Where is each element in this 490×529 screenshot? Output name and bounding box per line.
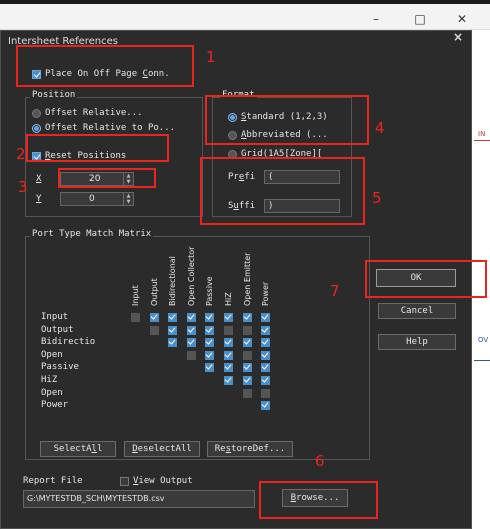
matrix-cell-checkbox[interactable] <box>242 338 252 348</box>
matrix-column-header: Passive <box>205 276 215 306</box>
deselect-all-button[interactable]: DeselectAll <box>124 441 200 457</box>
matrix-row-label: Bidirectio <box>41 337 96 348</box>
y-label: Y <box>36 194 42 204</box>
matrix-row-label: Input <box>41 312 69 322</box>
matrix-cell-checkbox[interactable] <box>261 401 271 411</box>
matrix-row-label: Open <box>41 349 63 360</box>
annotation-number-7: 7 <box>330 282 340 300</box>
maximize-button[interactable]: □ <box>400 8 440 30</box>
matrix-cell-checkbox[interactable] <box>224 313 233 322</box>
matrix-column-header: Open Emitter <box>242 252 252 306</box>
annotation-number-4: 4 <box>375 119 385 137</box>
matrix-cell-checkbox[interactable] <box>168 338 178 348</box>
matrix-cell-checkbox[interactable] <box>224 325 233 335</box>
select-all-button[interactable]: SelectAll <box>40 441 116 457</box>
matrix-cell-checkbox[interactable] <box>261 313 271 322</box>
y-spinbox[interactable]: 0 ▲ ▼ <box>60 192 134 206</box>
offset-relative-to-po-radio[interactable] <box>32 124 41 133</box>
matrix-column-header: Output <box>149 278 159 306</box>
matrix-group-title: Port Type Match Matrix <box>30 229 154 239</box>
matrix-cell-checkbox[interactable] <box>261 338 271 348</box>
matrix-column-header: Open Collector <box>186 246 196 306</box>
matrix-cell-checkbox[interactable] <box>261 325 271 335</box>
annotation-number-6: 6 <box>315 452 325 470</box>
spin-arrows-icon[interactable]: ▲ ▼ <box>123 193 133 205</box>
matrix-cell-checkbox[interactable] <box>224 363 233 373</box>
matrix-cell-checkbox[interactable] <box>186 338 196 348</box>
matrix-row-label: Open <box>41 387 63 398</box>
dialog-close-icon[interactable]: × <box>453 30 463 44</box>
matrix-cell-checkbox[interactable] <box>242 376 252 385</box>
annotation-number-5: 5 <box>372 189 382 207</box>
matrix-cell-checkbox[interactable] <box>261 350 271 360</box>
matrix-cell-checkbox[interactable] <box>242 313 252 322</box>
matrix-column-header: Bidirectional <box>168 256 178 306</box>
x-label: X <box>36 174 42 184</box>
annotation-box-5 <box>200 157 365 225</box>
help-button[interactable]: Help <box>378 334 456 350</box>
cancel-button[interactable]: Cancel <box>378 303 456 319</box>
window-close-button[interactable]: ✕ <box>442 8 482 30</box>
matrix-row-label: HiZ <box>41 375 58 385</box>
view-output-label: View Output <box>133 476 193 486</box>
matrix-cell-checkbox[interactable] <box>149 313 159 322</box>
matrix-cell-checkbox[interactable] <box>149 325 159 335</box>
matrix-cell-checkbox[interactable] <box>131 313 140 322</box>
matrix-cell-checkbox[interactable] <box>242 388 252 398</box>
matrix-cell-checkbox[interactable] <box>205 350 215 360</box>
matrix-cell-checkbox[interactable] <box>186 313 196 322</box>
background-link-underline <box>474 140 490 141</box>
matrix-row-label: Power <box>41 400 69 411</box>
matrix-cell-checkbox[interactable] <box>242 363 252 373</box>
offset-relative-radio[interactable] <box>32 109 41 118</box>
matrix-cell-checkbox[interactable] <box>224 338 233 348</box>
minimize-button[interactable]: – <box>356 8 396 30</box>
matrix-cell-checkbox[interactable] <box>261 376 271 385</box>
window-titlebar: – □ ✕ <box>0 4 490 30</box>
background-link[interactable]: IN <box>478 130 485 138</box>
matrix-cell-checkbox[interactable] <box>168 325 178 335</box>
annotation-box-7 <box>365 260 487 298</box>
matrix-row-label: Passive <box>41 362 79 373</box>
background-link-underline <box>474 360 490 361</box>
background-link[interactable]: OV <box>478 336 488 344</box>
annotation-number-1: 1 <box>206 48 216 66</box>
matrix-column-header: HiZ <box>224 292 233 306</box>
report-file-path-input[interactable]: G:\MYTESTDB_SCH\MYTESTDB.csv <box>23 490 255 508</box>
matrix-cell-checkbox[interactable] <box>168 313 178 322</box>
matrix-row-label: Output <box>41 324 74 335</box>
offset-relative-label: Offset Relative... <box>45 108 143 118</box>
matrix-column-header: Power <box>261 281 271 306</box>
matrix-cell-checkbox[interactable] <box>186 350 196 360</box>
annotation-box-4 <box>205 95 369 145</box>
matrix-cell-checkbox[interactable] <box>205 338 215 348</box>
matrix-cell-checkbox[interactable] <box>224 376 233 385</box>
annotation-box-1 <box>16 45 194 87</box>
annotation-box-2 <box>26 134 169 162</box>
matrix-cell-checkbox[interactable] <box>205 363 215 373</box>
matrix-cell-checkbox[interactable] <box>205 325 215 335</box>
position-group-title: Position <box>30 90 78 100</box>
matrix-cell-checkbox[interactable] <box>242 350 252 360</box>
matrix-cell-checkbox[interactable] <box>186 325 196 335</box>
port-type-matrix-group <box>25 236 370 460</box>
report-file-label: Report File <box>23 476 83 486</box>
annotation-box-6 <box>259 481 378 519</box>
matrix-column-header: Input <box>131 285 140 306</box>
annotation-box-3 <box>58 168 156 188</box>
matrix-cell-checkbox[interactable] <box>205 313 215 322</box>
annotation-number-2: 2 <box>16 145 26 163</box>
offset-relative-to-po-label: Offset Relative to Po... <box>45 123 176 133</box>
matrix-cell-checkbox[interactable] <box>224 350 233 360</box>
matrix-cell-checkbox[interactable] <box>261 388 271 398</box>
annotation-number-3: 3 <box>18 178 28 196</box>
matrix-cell-checkbox[interactable] <box>261 363 271 373</box>
restore-defaults-button[interactable]: RestoreDef... <box>207 441 293 457</box>
matrix-cell-checkbox[interactable] <box>242 325 252 335</box>
view-output-checkbox[interactable] <box>120 477 129 486</box>
